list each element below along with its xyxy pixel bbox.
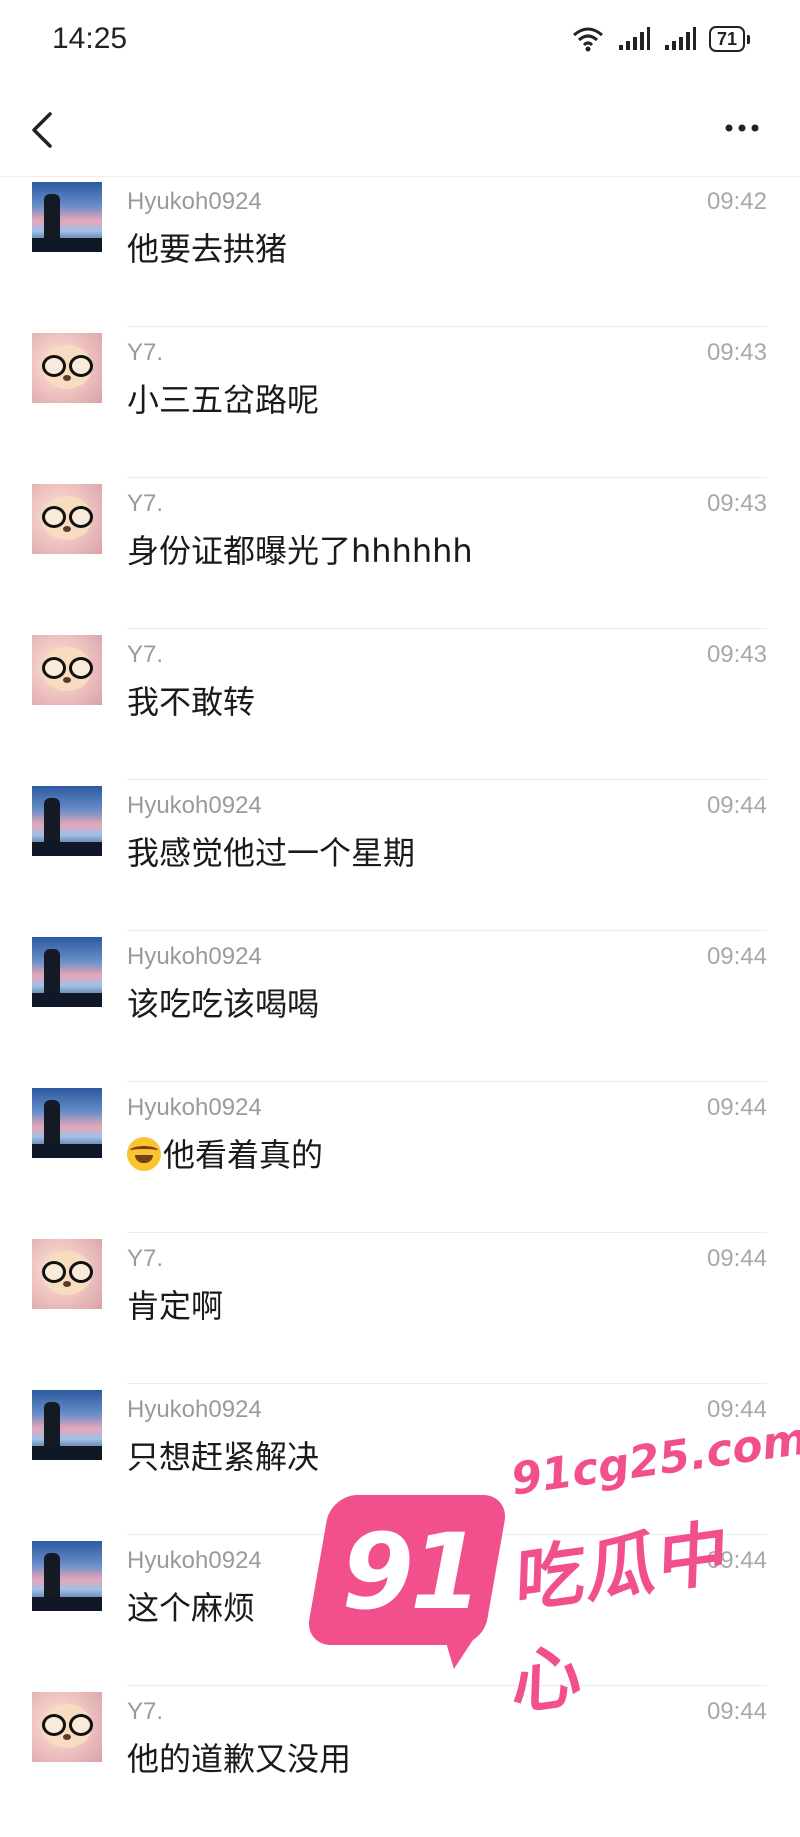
more-button[interactable]: [718, 108, 766, 148]
message-time: 09:42: [706, 188, 767, 215]
message-text: 我不敢转: [127, 683, 256, 721]
message-time: 09:44: [706, 1245, 767, 1272]
sender-name: Y7.: [127, 490, 164, 517]
message-item[interactable]: Hyukoh0924 09:44 只想赶紧解决: [0, 1384, 800, 1535]
message-item[interactable]: Hyukoh0924 09:44 这个麻烦: [0, 1535, 800, 1686]
message-item[interactable]: Y7. 09:43 我不敢转: [0, 629, 800, 780]
message-item[interactable]: Y7. 09:43 小三五岔路呢: [0, 327, 800, 478]
avatar[interactable]: [32, 1390, 102, 1460]
avatar[interactable]: [32, 937, 102, 1007]
back-button[interactable]: [24, 106, 60, 154]
sender-name: Y7.: [127, 1245, 164, 1272]
message-item[interactable]: Hyukoh0924 09:44 我感觉他过一个星期: [0, 780, 800, 931]
message-item[interactable]: Y7. 09:44 他的道歉又没用: [0, 1686, 800, 1837]
message-text: 身份证都曝光了hhhhhh: [127, 532, 473, 570]
sender-name: Hyukoh0924: [127, 1396, 262, 1423]
message-text: 他的道歉又没用: [127, 1740, 352, 1778]
message-item[interactable]: Hyukoh0924 09:44 该吃吃该喝喝: [0, 931, 800, 1082]
avatar[interactable]: [32, 1692, 102, 1762]
more-dots-icon: [725, 124, 759, 132]
status-bar: 14:25 71: [0, 0, 800, 84]
chevron-left-icon: [32, 112, 52, 148]
message-time: 09:44: [706, 1094, 767, 1121]
message-time: 09:44: [706, 943, 767, 970]
message-text: 我感觉他过一个星期: [127, 834, 416, 872]
laughing-tears-emoji-icon: [127, 1137, 161, 1171]
sender-name: Y7.: [127, 339, 164, 366]
message-list[interactable]: Hyukoh0924 09:42 他要去拱猪 Y7. 09:43 小三五岔路呢 …: [0, 176, 800, 1837]
message-text: 这个麻烦: [127, 1589, 256, 1627]
sender-name: Hyukoh0924: [127, 943, 262, 970]
message-time: 09:43: [706, 490, 767, 517]
message-time: 09:44: [706, 1396, 767, 1423]
message-item[interactable]: Hyukoh0924 09:42 他要去拱猪: [0, 176, 800, 327]
top-bar: [0, 84, 800, 176]
message-text: 肯定啊: [127, 1287, 224, 1325]
avatar[interactable]: [32, 182, 102, 252]
sender-name: Hyukoh0924: [127, 188, 262, 215]
status-icons: 71: [571, 26, 750, 52]
message-item[interactable]: Y7. 09:44 肯定啊: [0, 1233, 800, 1384]
message-text-content: 他看着真的: [163, 1136, 324, 1174]
sender-name: Hyukoh0924: [127, 1094, 262, 1121]
signal-icon: [664, 27, 696, 50]
message-item[interactable]: Hyukoh0924 09:44 他看着真的: [0, 1082, 800, 1233]
battery-icon: 71: [708, 26, 750, 52]
message-text: 他看着真的: [127, 1130, 323, 1176]
sender-name: Hyukoh0924: [127, 1547, 262, 1574]
battery-level: 71: [708, 26, 745, 52]
message-text: 小三五岔路呢: [127, 381, 320, 419]
message-time: 09:44: [706, 1698, 767, 1725]
avatar[interactable]: [32, 635, 102, 705]
avatar[interactable]: [32, 333, 102, 403]
wifi-icon: [572, 27, 603, 52]
message-time: 09:43: [706, 641, 767, 668]
signal-icon: [618, 27, 650, 50]
sender-name: Y7.: [127, 1698, 164, 1725]
avatar[interactable]: [32, 1088, 102, 1158]
message-item[interactable]: Y7. 09:43 身份证都曝光了hhhhhh: [0, 478, 800, 629]
sender-name: Y7.: [127, 641, 164, 668]
avatar[interactable]: [32, 1541, 102, 1611]
message-time: 09:44: [706, 1547, 767, 1574]
status-time: 14:25: [52, 22, 128, 55]
message-time: 09:44: [706, 792, 767, 819]
avatar[interactable]: [32, 786, 102, 856]
message-time: 09:43: [706, 339, 767, 366]
message-text: 该吃吃该喝喝: [127, 985, 320, 1023]
avatar[interactable]: [32, 1239, 102, 1309]
avatar[interactable]: [32, 484, 102, 554]
message-text: 他要去拱猪: [127, 230, 288, 268]
message-text: 只想赶紧解决: [127, 1438, 320, 1476]
sender-name: Hyukoh0924: [127, 792, 262, 819]
